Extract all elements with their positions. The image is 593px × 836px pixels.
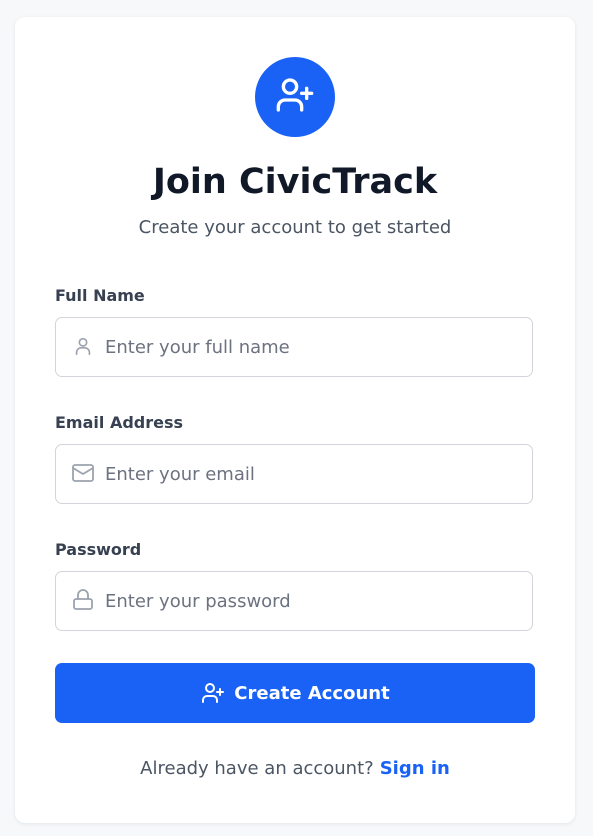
page-subtitle: Create your account to get started	[138, 217, 452, 238]
user-icon	[70, 333, 96, 359]
password-label: Password	[55, 540, 142, 559]
create-account-label: Create Account	[234, 682, 390, 704]
page-title: Join CivicTrack	[152, 162, 438, 202]
header-badge	[255, 57, 335, 137]
full-name-label: Full Name	[55, 286, 145, 305]
full-name-input[interactable]	[105, 318, 515, 376]
create-account-button[interactable]: Create Account	[55, 663, 535, 723]
password-field-box	[55, 571, 533, 631]
user-plus-icon	[200, 680, 226, 706]
user-plus-icon	[275, 75, 315, 119]
email-label: Email Address	[55, 413, 184, 432]
signin-prompt-row: Already have an account? Sign in	[15, 756, 575, 782]
email-input[interactable]	[105, 445, 515, 503]
lock-icon	[70, 587, 96, 613]
full-name-field-box	[55, 317, 533, 377]
signup-card: Join CivicTrack Create your account to g…	[15, 17, 575, 823]
password-input[interactable]	[105, 572, 515, 630]
email-field-box	[55, 444, 533, 504]
mail-icon	[70, 460, 96, 486]
signin-prompt-text: Already have an account?	[140, 758, 374, 779]
sign-in-link[interactable]: Sign in	[380, 758, 450, 779]
